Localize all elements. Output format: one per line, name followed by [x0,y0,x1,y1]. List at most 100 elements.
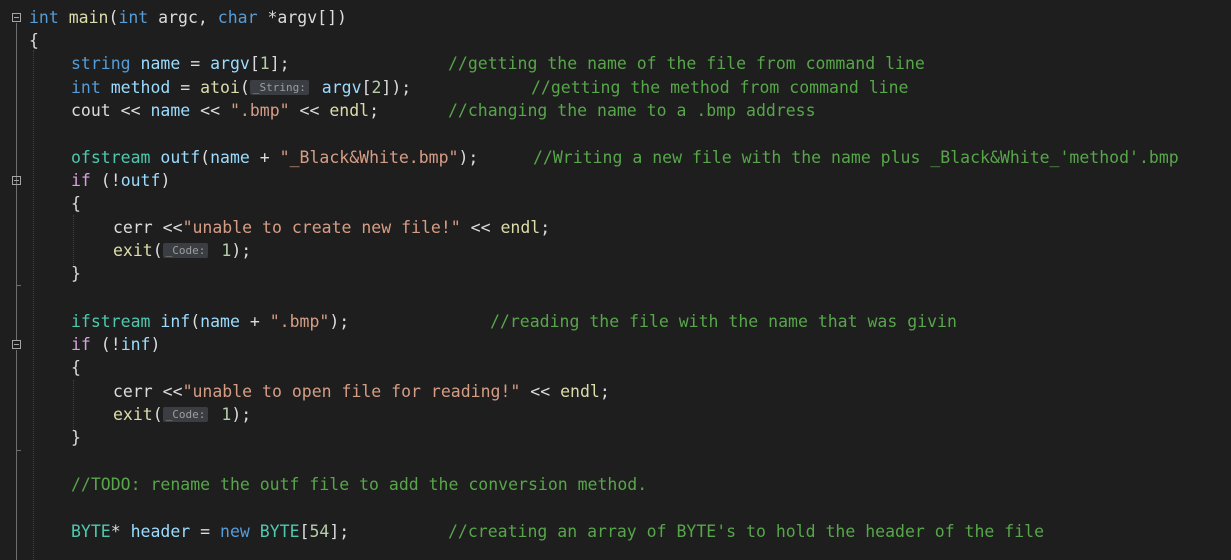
token-operator: << [152,218,183,237]
fold-guide-line [16,450,17,560]
collapse-icon[interactable] [12,340,21,349]
code-comment: //getting the method from command line [531,78,909,97]
token-number: 1 [221,405,232,424]
token-operator: << [110,101,151,120]
token-variable: name [200,312,240,331]
token-identifier: cout [71,101,111,120]
code-comment: //getting the name of the file from comm… [448,54,925,73]
code-line-brace[interactable]: } [71,262,81,285]
token-punct: ; [540,218,551,237]
code-line-brace[interactable]: { [71,192,81,215]
code-line-cerr[interactable]: cerr <<"unable to create new file!" << e… [113,216,550,239]
code-editor[interactable]: int main(int argc, char *argv[]) { strin… [0,0,1231,560]
code-line-exit[interactable]: exit(_Code: 1); [113,239,251,262]
token-function: endl [560,382,600,401]
token-brace: } [71,428,81,447]
param-hint: _Code: [162,407,209,422]
token-operator: + [239,312,270,331]
token-string: ".bmp" [269,312,330,331]
token-function: main [68,8,109,27]
token-punct: ]; [329,522,350,541]
collapse-icon[interactable] [12,13,21,22]
token-function: atoi [200,78,240,97]
token-brace: } [71,264,81,283]
token-type: ifstream [71,312,151,331]
code-line-brace[interactable]: } [71,426,81,449]
code-line-ofstream[interactable]: ofstream outf(name + "_Black&White.bmp")… [71,146,478,169]
token-operator: = [190,522,221,541]
token-type: BYTE [71,522,111,541]
token-number: 1 [221,241,232,260]
code-comment: //Writing a new file with the name plus … [533,148,1179,167]
token-brace: { [71,194,81,213]
code-comment: //changing the name to a .bmp address [448,101,816,120]
indent-guide [73,380,74,430]
token-identifier: cerr [113,218,153,237]
code-comment: //creating an array of BYTE's to hold th… [448,522,1045,541]
token-punct: [ [299,522,310,541]
token-punct: ; [369,101,380,120]
code-line-if-inf[interactable]: if (!inf) [71,333,160,356]
token-function: endl [329,101,370,120]
token-number: 1 [259,54,270,73]
token-param: *argv[]) [257,8,347,27]
token-control: if [71,335,91,354]
token-punct: ); [231,241,252,260]
token-string: "unable to create new file!" [182,218,461,237]
code-line-name[interactable]: string name = argv[1]; [71,52,290,75]
code-line-ifstream[interactable]: ifstream inf(name + ".bmp"); [71,310,349,333]
token-punct: ; [599,382,610,401]
code-line-cerr[interactable]: cerr <<"unable to open file for reading!… [113,380,610,403]
collapse-icon[interactable] [12,176,21,185]
code-line-header[interactable]: BYTE* header = new BYTE[54]; [71,520,349,543]
code-line-method[interactable]: int method = atoi(_String: argv[2]); [71,76,411,99]
token-function: exit [113,241,153,260]
code-line-brace[interactable]: { [71,356,81,379]
token-punct: ]; [269,54,290,73]
token-operator: (! [90,171,121,190]
token-variable: name [210,148,250,167]
token-control: if [71,171,91,190]
token-operator: + [249,148,280,167]
param-hint: _String: [249,80,309,95]
token-variable: name [140,54,181,73]
code-line-main-decl[interactable]: int main(int argc, char *argv[]) [29,6,347,29]
token-operator: * [110,522,131,541]
token-param: argc, [148,8,218,27]
token-operator: << [460,218,501,237]
token-variable: argv [210,54,250,73]
code-line-if-outf[interactable]: if (!outf) [71,169,170,192]
token-variable: name [150,101,191,120]
token-punct: ( [152,405,163,424]
token-variable: header [130,522,191,541]
token-operator: << [190,101,230,120]
token-variable: method [110,78,171,97]
fold-guide-line [16,23,17,285]
code-line-cout[interactable]: cout << name << ".bmp" << endl; [71,99,379,122]
token-variable: inf [120,335,151,354]
token-punct: ( [200,148,211,167]
param-hint: _Code: [162,243,209,258]
code-line-exit[interactable]: exit(_Code: 1); [113,403,251,426]
code-line-brace-open[interactable]: { [29,29,39,52]
token-punct: ( [239,78,250,97]
code-line-todo-comment[interactable]: //TODO: rename the outf file to add the … [71,473,647,496]
token-operator: = [180,54,211,73]
token-punct: ) [160,171,171,190]
token-keyword: char [217,8,258,27]
token-variable: outf [160,148,201,167]
token-operator: (! [90,335,121,354]
fold-guide-line [16,285,17,340]
token-punct: ( [152,241,163,260]
token-operator: = [170,78,201,97]
token-identifier: cerr [113,382,153,401]
token-string: ".bmp" [230,101,290,120]
fold-guide-line [16,350,17,450]
token-function: endl [500,218,541,237]
